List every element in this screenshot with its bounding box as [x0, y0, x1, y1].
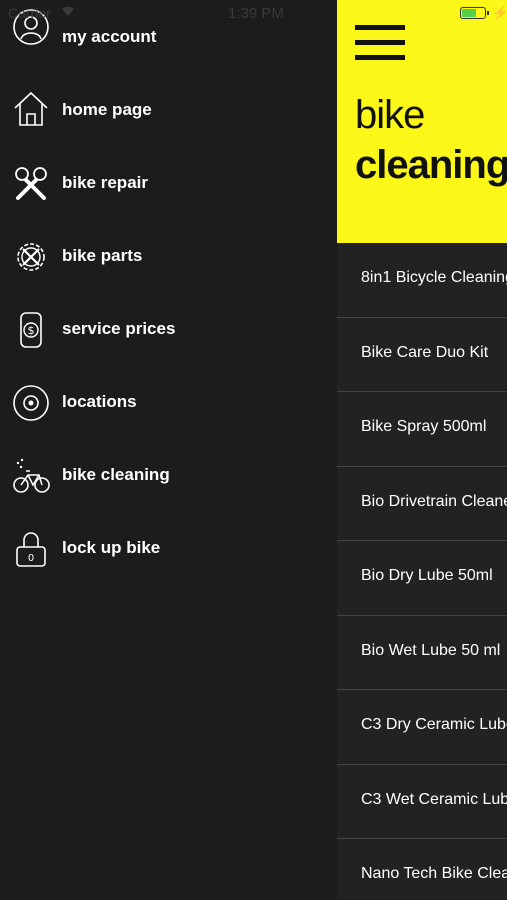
status-bar: Carrier 1:39 PM ⚡: [0, 0, 507, 26]
product-list: 8in1 Bicycle Cleaning Bike Care Duo Kit …: [337, 243, 507, 900]
list-item[interactable]: 8in1 Bicycle Cleaning: [337, 243, 507, 318]
home-icon: [14, 91, 48, 126]
hamburger-menu-icon[interactable]: [355, 25, 405, 63]
menu-item-bike-parts[interactable]: bike parts: [0, 227, 337, 287]
list-item[interactable]: C3 Dry Ceramic Lube: [337, 690, 507, 765]
wifi-icon: [62, 6, 74, 16]
menu-item-service-prices[interactable]: $ service prices: [0, 300, 337, 360]
content-panel[interactable]: bike cleaning 8in1 Bicycle Cleaning Bike…: [337, 0, 507, 900]
svg-text:0: 0: [28, 553, 34, 564]
location-target-icon: [13, 385, 49, 421]
page-header: bike cleaning: [337, 0, 507, 243]
page-title-bold: cleaning: [355, 143, 507, 187]
list-item[interactable]: Bio Wet Lube 50 ml: [337, 616, 507, 690]
menu-item-label: bike parts: [62, 246, 143, 265]
menu-item-label: bike cleaning: [62, 465, 170, 484]
menu-item-bike-repair[interactable]: bike repair: [0, 154, 337, 214]
menu-item-label: service prices: [62, 319, 176, 338]
menu-item-label: bike repair: [62, 173, 148, 192]
menu-item-label: lock up bike: [62, 538, 161, 557]
carrier-label: Carrier: [8, 5, 51, 21]
list-item[interactable]: Bio Drivetrain Cleaner: [337, 467, 507, 541]
padlock-icon: 0: [16, 532, 46, 567]
clock: 1:39 PM: [228, 5, 284, 22]
list-item[interactable]: Nano Tech Bike Cleaner: [337, 839, 507, 900]
menu-item-label: locations: [62, 392, 137, 411]
wrench-icon: [15, 167, 47, 200]
list-item[interactable]: Bike Spray 500ml: [337, 392, 507, 467]
menu-item-lock-up-bike[interactable]: 0 lock up bike: [0, 519, 337, 579]
list-item[interactable]: Bio Dry Lube 50ml: [337, 541, 507, 616]
page-title-light: bike: [355, 93, 425, 137]
charging-icon: ⚡: [492, 5, 507, 20]
bicycle-cleaning-icon: [13, 458, 50, 493]
menu-item-label: my account: [62, 27, 157, 46]
dollar-icon: $: [20, 312, 42, 348]
svg-text:$: $: [28, 324, 35, 337]
menu-item-home-page[interactable]: home page: [0, 81, 337, 141]
battery-icon: [460, 7, 489, 19]
menu-item-locations[interactable]: locations: [0, 373, 337, 433]
gear-tools-icon: [17, 243, 45, 271]
menu-item-label: home page: [62, 100, 152, 119]
side-menu: my account home page bike repair bike pa…: [0, 0, 337, 900]
menu-item-bike-cleaning[interactable]: bike cleaning: [0, 446, 337, 506]
list-item[interactable]: Bike Care Duo Kit: [337, 318, 507, 392]
list-item[interactable]: C3 Wet Ceramic Lube: [337, 765, 507, 839]
